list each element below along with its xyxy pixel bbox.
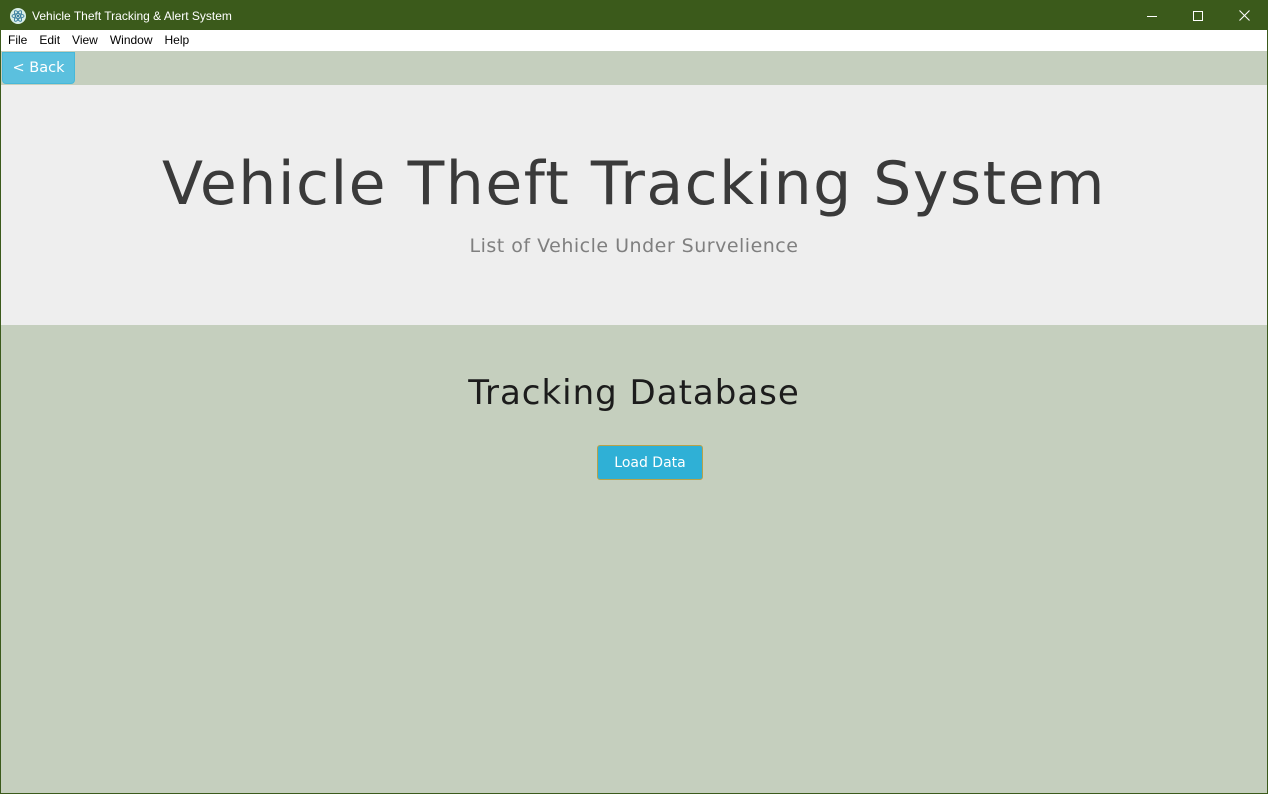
back-button[interactable]: < Back xyxy=(2,52,75,84)
minimize-button[interactable] xyxy=(1129,1,1175,30)
window-controls xyxy=(1129,1,1267,30)
load-data-button[interactable]: Load Data xyxy=(597,445,703,480)
close-icon xyxy=(1238,10,1250,21)
menu-file[interactable]: File xyxy=(2,30,33,51)
close-button[interactable] xyxy=(1221,1,1267,30)
app-window: Vehicle Theft Tracking & Alert System Fi… xyxy=(0,0,1268,794)
electron-atom-icon xyxy=(10,7,26,24)
page-title: Vehicle Theft Tracking System xyxy=(162,149,1106,219)
menu-bar: File Edit View Window Help xyxy=(1,30,1267,51)
menu-view[interactable]: View xyxy=(66,30,104,51)
title-bar[interactable]: Vehicle Theft Tracking & Alert System xyxy=(1,1,1267,30)
page-subtitle: List of Vehicle Under Survelience xyxy=(469,235,799,257)
maximize-icon xyxy=(1193,10,1203,21)
window-title: Vehicle Theft Tracking & Alert System xyxy=(32,8,232,23)
menu-edit[interactable]: Edit xyxy=(33,30,66,51)
header-jumbotron: Vehicle Theft Tracking System List of Ve… xyxy=(1,85,1267,325)
top-nav-strip: < Back xyxy=(1,51,1267,85)
menu-window[interactable]: Window xyxy=(104,30,159,51)
minimize-icon xyxy=(1147,15,1157,17)
maximize-button[interactable] xyxy=(1175,1,1221,30)
main-content: Tracking Database Load Data xyxy=(1,325,1267,793)
menu-help[interactable]: Help xyxy=(159,30,196,51)
section-title: Tracking Database xyxy=(468,373,800,413)
